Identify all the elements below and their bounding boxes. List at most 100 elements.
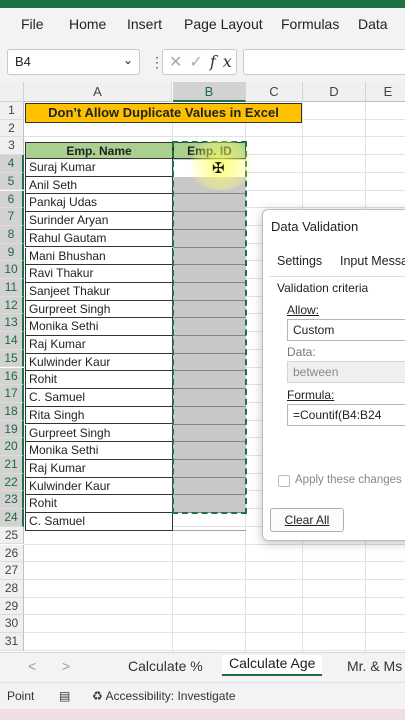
ribbon-menu-bar: File Home Insert Page Layout Formulas Da… <box>0 8 405 42</box>
select-all-corner[interactable] <box>0 82 24 102</box>
row-header-15[interactable]: 15 <box>0 349 24 368</box>
row-header-17[interactable]: 17 <box>0 385 24 403</box>
row-header-8[interactable]: 8 <box>0 225 24 244</box>
tab-settings[interactable]: Settings <box>277 254 322 268</box>
row-header-25[interactable]: 25 <box>0 526 24 545</box>
emp-name-cell[interactable]: Monika Sethi <box>25 318 173 336</box>
sheet-title-cell[interactable]: Don’t Allow Duplicate Values in Excel <box>25 103 302 123</box>
row-header-21[interactable]: 21 <box>0 456 24 474</box>
emp-name-cell[interactable]: Raj Kumar <box>25 336 173 354</box>
tab-input-message[interactable]: Input Messa <box>340 254 405 268</box>
column-header-a[interactable]: A <box>24 82 172 102</box>
close-icon[interactable]: ✕ <box>169 54 189 71</box>
row-header-27[interactable]: 27 <box>0 562 24 580</box>
column-header-b[interactable]: B <box>173 82 246 102</box>
row-header-29[interactable]: 29 <box>0 597 24 616</box>
menu-home[interactable]: Home <box>69 16 106 32</box>
emp-name-cell[interactable]: Gurpreet Singh <box>25 300 173 319</box>
row-gridline <box>24 543 405 545</box>
row-header-20[interactable]: 20 <box>0 438 24 456</box>
row-header-3[interactable]: 3 <box>0 137 24 156</box>
row-header-24[interactable]: 24 <box>0 509 24 527</box>
row-header-26[interactable]: 26 <box>0 544 24 563</box>
apply-changes-checkbox[interactable] <box>278 475 290 487</box>
sheet-tab-mr-ms[interactable]: Mr. & Ms <box>347 658 402 674</box>
menu-data[interactable]: Data <box>358 16 388 32</box>
data-select: between <box>287 361 405 383</box>
row-header-11[interactable]: 11 <box>0 279 24 297</box>
emp-name-cell[interactable]: Mani Bhushan <box>25 247 173 266</box>
emp-name-cell[interactable]: Gurpreet Singh <box>25 424 173 443</box>
row-header-22[interactable]: 22 <box>0 473 24 492</box>
column-header-e[interactable]: E <box>366 82 405 102</box>
row-header-16[interactable]: 16 <box>0 367 24 386</box>
row-gridline <box>24 614 405 616</box>
fx-icon[interactable]: fx <box>210 52 239 71</box>
allow-select[interactable]: Custom <box>287 319 405 341</box>
chevron-right-icon[interactable]: > <box>62 658 70 674</box>
header-emp-name[interactable]: Emp. Name <box>25 142 173 159</box>
emp-name-cell[interactable]: C. Samuel <box>25 513 173 531</box>
clear-all-button[interactable]: Clear All <box>270 508 344 532</box>
chevron-left-icon[interactable]: < <box>28 658 36 674</box>
emp-name-cell[interactable]: Sanjeet Thakur <box>25 282 173 301</box>
emp-name-cell[interactable]: Rohit <box>25 371 173 390</box>
row-header-14[interactable]: 14 <box>0 332 24 350</box>
emp-name-cell[interactable]: C. Samuel <box>25 389 173 407</box>
menu-file[interactable]: File <box>21 16 44 32</box>
emp-name-cell[interactable]: Raj Kumar <box>25 459 173 478</box>
emp-name-cell[interactable]: Pankaj Udas <box>25 194 173 213</box>
cell-cursor-icon: ✠ <box>212 160 225 177</box>
row-header-12[interactable]: 12 <box>0 296 24 315</box>
emp-name-cell[interactable]: Monika Sethi <box>25 442 173 460</box>
accessibility-status[interactable]: ♻ Accessibility: Investigate <box>92 689 236 703</box>
row-header-1[interactable]: 1 <box>0 102 24 120</box>
emp-name-cell[interactable]: Rita Singh <box>25 406 173 425</box>
formula-label: Formula: <box>287 388 335 402</box>
row-header-5[interactable]: 5 <box>0 172 24 191</box>
formula-bar: B4 ⌄ ⋮ ✕✓fx <box>0 42 405 82</box>
row-header-10[interactable]: 10 <box>0 261 24 279</box>
row-gridline <box>24 632 405 633</box>
chevron-down-icon[interactable]: ⌄ <box>123 53 133 67</box>
sheet-tab-calculate-age[interactable]: Calculate Age <box>222 655 323 676</box>
row-header-4[interactable]: 4 <box>0 155 24 173</box>
emp-name-cell[interactable]: Rohit <box>25 495 173 513</box>
formula-input[interactable] <box>243 49 405 75</box>
data-validation-dialog: Data Validation Settings Input Messa Val… <box>262 209 405 541</box>
emp-name-cell[interactable]: Anil Seth <box>25 176 173 195</box>
row-header-6[interactable]: 6 <box>0 190 24 209</box>
sheet-tab-calculate-percent[interactable]: Calculate % <box>128 658 203 674</box>
row-gridline <box>24 596 405 598</box>
macro-record-icon[interactable]: ▤ <box>59 689 70 703</box>
row-gridline <box>24 649 405 651</box>
row-header-28[interactable]: 28 <box>0 579 24 598</box>
column-header-c[interactable]: C <box>246 82 303 102</box>
menu-page-layout[interactable]: Page Layout <box>184 16 263 32</box>
row-header-13[interactable]: 13 <box>0 314 24 333</box>
emp-name-cell[interactable]: Kulwinder Kaur <box>25 477 173 496</box>
row-header-30[interactable]: 30 <box>0 615 24 633</box>
emp-name-cell[interactable]: Ravi Thakur <box>25 265 173 283</box>
row-header-23[interactable]: 23 <box>0 491 24 510</box>
menu-insert[interactable]: Insert <box>127 16 162 32</box>
check-icon[interactable]: ✓ <box>189 54 209 71</box>
name-box[interactable]: B4 ⌄ <box>7 49 140 75</box>
emp-name-cell[interactable]: Suraj Kumar <box>25 159 173 177</box>
formula-field[interactable]: =Countif(B4:B24 <box>287 404 405 426</box>
emp-name-cell[interactable]: Rahul Gautam <box>25 229 173 248</box>
emp-name-cell[interactable]: Kulwinder Kaur <box>25 353 173 372</box>
apply-changes-label: Apply these changes <box>295 474 402 486</box>
status-bar: Point ▤ ♻ Accessibility: Investigate <box>0 682 405 709</box>
emp-id-cell-border <box>173 529 246 531</box>
row-header-7[interactable]: 7 <box>0 208 24 226</box>
row-header-9[interactable]: 9 <box>0 243 24 262</box>
row-header-31[interactable]: 31 <box>0 633 24 651</box>
emp-name-cell[interactable]: Surinder Aryan <box>25 212 173 230</box>
row-header-2[interactable]: 2 <box>0 119 24 138</box>
row-header-19[interactable]: 19 <box>0 420 24 439</box>
row-header-18[interactable]: 18 <box>0 402 24 421</box>
column-header-d[interactable]: D <box>303 82 366 102</box>
menu-formulas[interactable]: Formulas <box>281 16 339 32</box>
tab-divider <box>269 276 405 277</box>
